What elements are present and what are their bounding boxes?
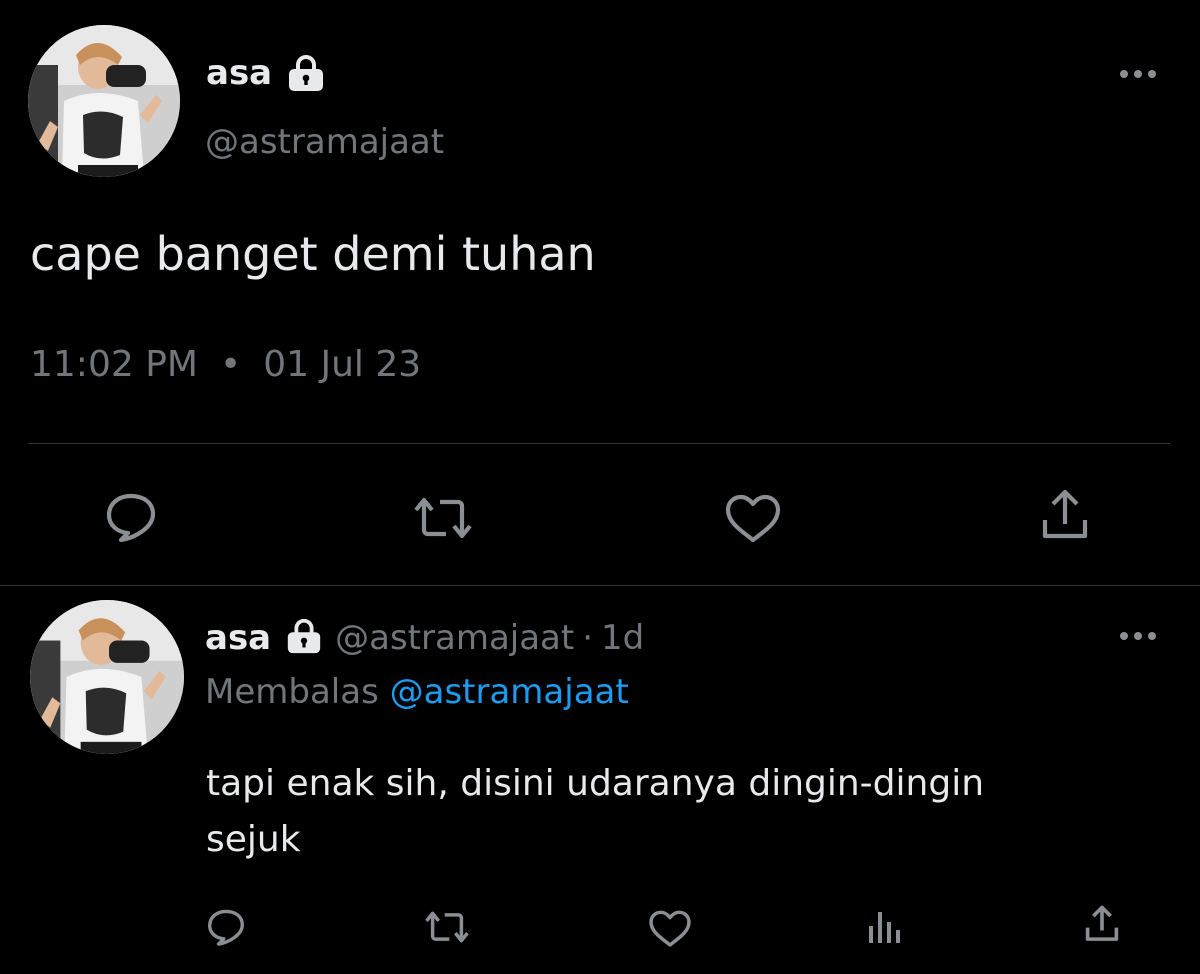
user-handle[interactable]: @astramajaat [335,618,574,658]
more-icon[interactable] [1116,628,1160,642]
tweet-text: cape banget demi tuhan [30,227,596,281]
replying-label: Membalas [205,672,379,712]
retweet-icon[interactable] [410,496,476,540]
avatar[interactable] [30,600,184,754]
avatar-photo [30,600,184,754]
share-icon[interactable] [1084,904,1120,944]
replying-to: Membalas @astramajaat [205,675,629,709]
more-icon[interactable] [1116,66,1160,80]
display-name[interactable]: asa [205,618,271,658]
lock-icon [285,52,327,94]
lock-icon [283,618,325,654]
header-dot: · [582,618,594,658]
avatar[interactable] [28,25,180,177]
reply-icon[interactable] [206,908,246,946]
retweet-icon[interactable] [422,910,472,944]
like-icon[interactable] [724,494,782,544]
tweet-date: 01 Jul 23 [263,344,422,385]
tweet-time: 11:02 PM [30,344,198,385]
display-name[interactable]: asa [206,56,272,90]
reply-text: tapi enak sih, disini udaranya dingin-di… [206,763,985,860]
avatar-photo [28,25,180,177]
user-handle[interactable]: @astramajaat [205,125,444,159]
timestamp-separator: • [219,344,242,385]
like-icon[interactable] [648,910,692,948]
tweet-thread: asa @astramajaat cape banget demi tuhan … [0,0,1200,974]
reply-header: asa @astramajaat · 1d [205,618,644,658]
share-icon[interactable] [1040,488,1090,542]
mention-link[interactable]: @astramajaat [390,672,629,712]
divider [28,443,1170,444]
divider [0,585,1200,586]
tweet-timestamp[interactable]: 11:02 PM • 01 Jul 23 [30,347,421,383]
views-icon[interactable] [866,910,904,944]
reply-icon[interactable] [104,492,158,542]
relative-time[interactable]: 1d [601,618,644,658]
